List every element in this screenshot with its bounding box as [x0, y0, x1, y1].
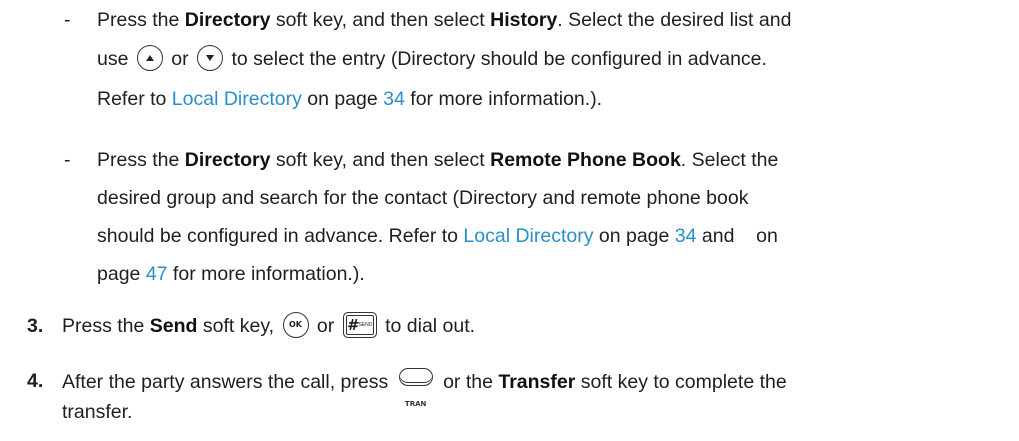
up-arrow-key-icon — [136, 44, 163, 71]
local-directory-link[interactable]: Local Directory — [463, 225, 593, 247]
history-option-label: History — [490, 9, 558, 31]
send-softkey-label: Send — [149, 315, 198, 337]
remote-line-3: should be configured in advance. Refer t… — [97, 225, 778, 247]
step-3-text: Press the Send soft key, OK or # SEND to … — [62, 311, 475, 341]
down-arrow-key-icon — [197, 44, 224, 71]
transfer-key-icon: TRAN — [397, 368, 435, 408]
local-directory-link[interactable]: Local Directory — [172, 88, 302, 110]
transfer-softkey-label: Transfer — [498, 371, 576, 394]
page-34-link[interactable]: 34 — [383, 88, 405, 110]
step-number: 3. — [27, 315, 44, 337]
history-line-3: Refer to Local Directory on page 34 for … — [97, 88, 603, 110]
history-line-1: Press the Directory soft key, and then s… — [97, 9, 792, 31]
ok-key-icon: OK — [282, 311, 309, 338]
page-34-link[interactable]: 34 — [675, 225, 697, 247]
bullet-dash: - — [64, 9, 71, 31]
manual-page: - Press the Directory soft key, and then… — [0, 0, 1019, 441]
bullet-dash: - — [64, 149, 71, 171]
step-4-line-2: transfer. — [62, 401, 133, 423]
history-line-2: use or to select the entry (Directory sh… — [97, 44, 767, 74]
remote-line-4: page 47 for more information.). — [97, 263, 365, 285]
pound-send-key-icon: # SEND — [342, 311, 377, 338]
remote-line-1: Press the Directory soft key, and then s… — [97, 149, 779, 171]
page-47-link[interactable]: 47 — [146, 263, 168, 285]
directory-softkey-label: Directory — [184, 9, 271, 31]
step-4-line-1: After the party answers the call, press … — [62, 366, 787, 408]
step-number: 4. — [27, 370, 44, 392]
directory-softkey-label: Directory — [184, 149, 271, 171]
remote-phone-book-label: Remote Phone Book — [490, 149, 681, 171]
remote-line-2: desired group and search for the contact… — [97, 187, 749, 209]
